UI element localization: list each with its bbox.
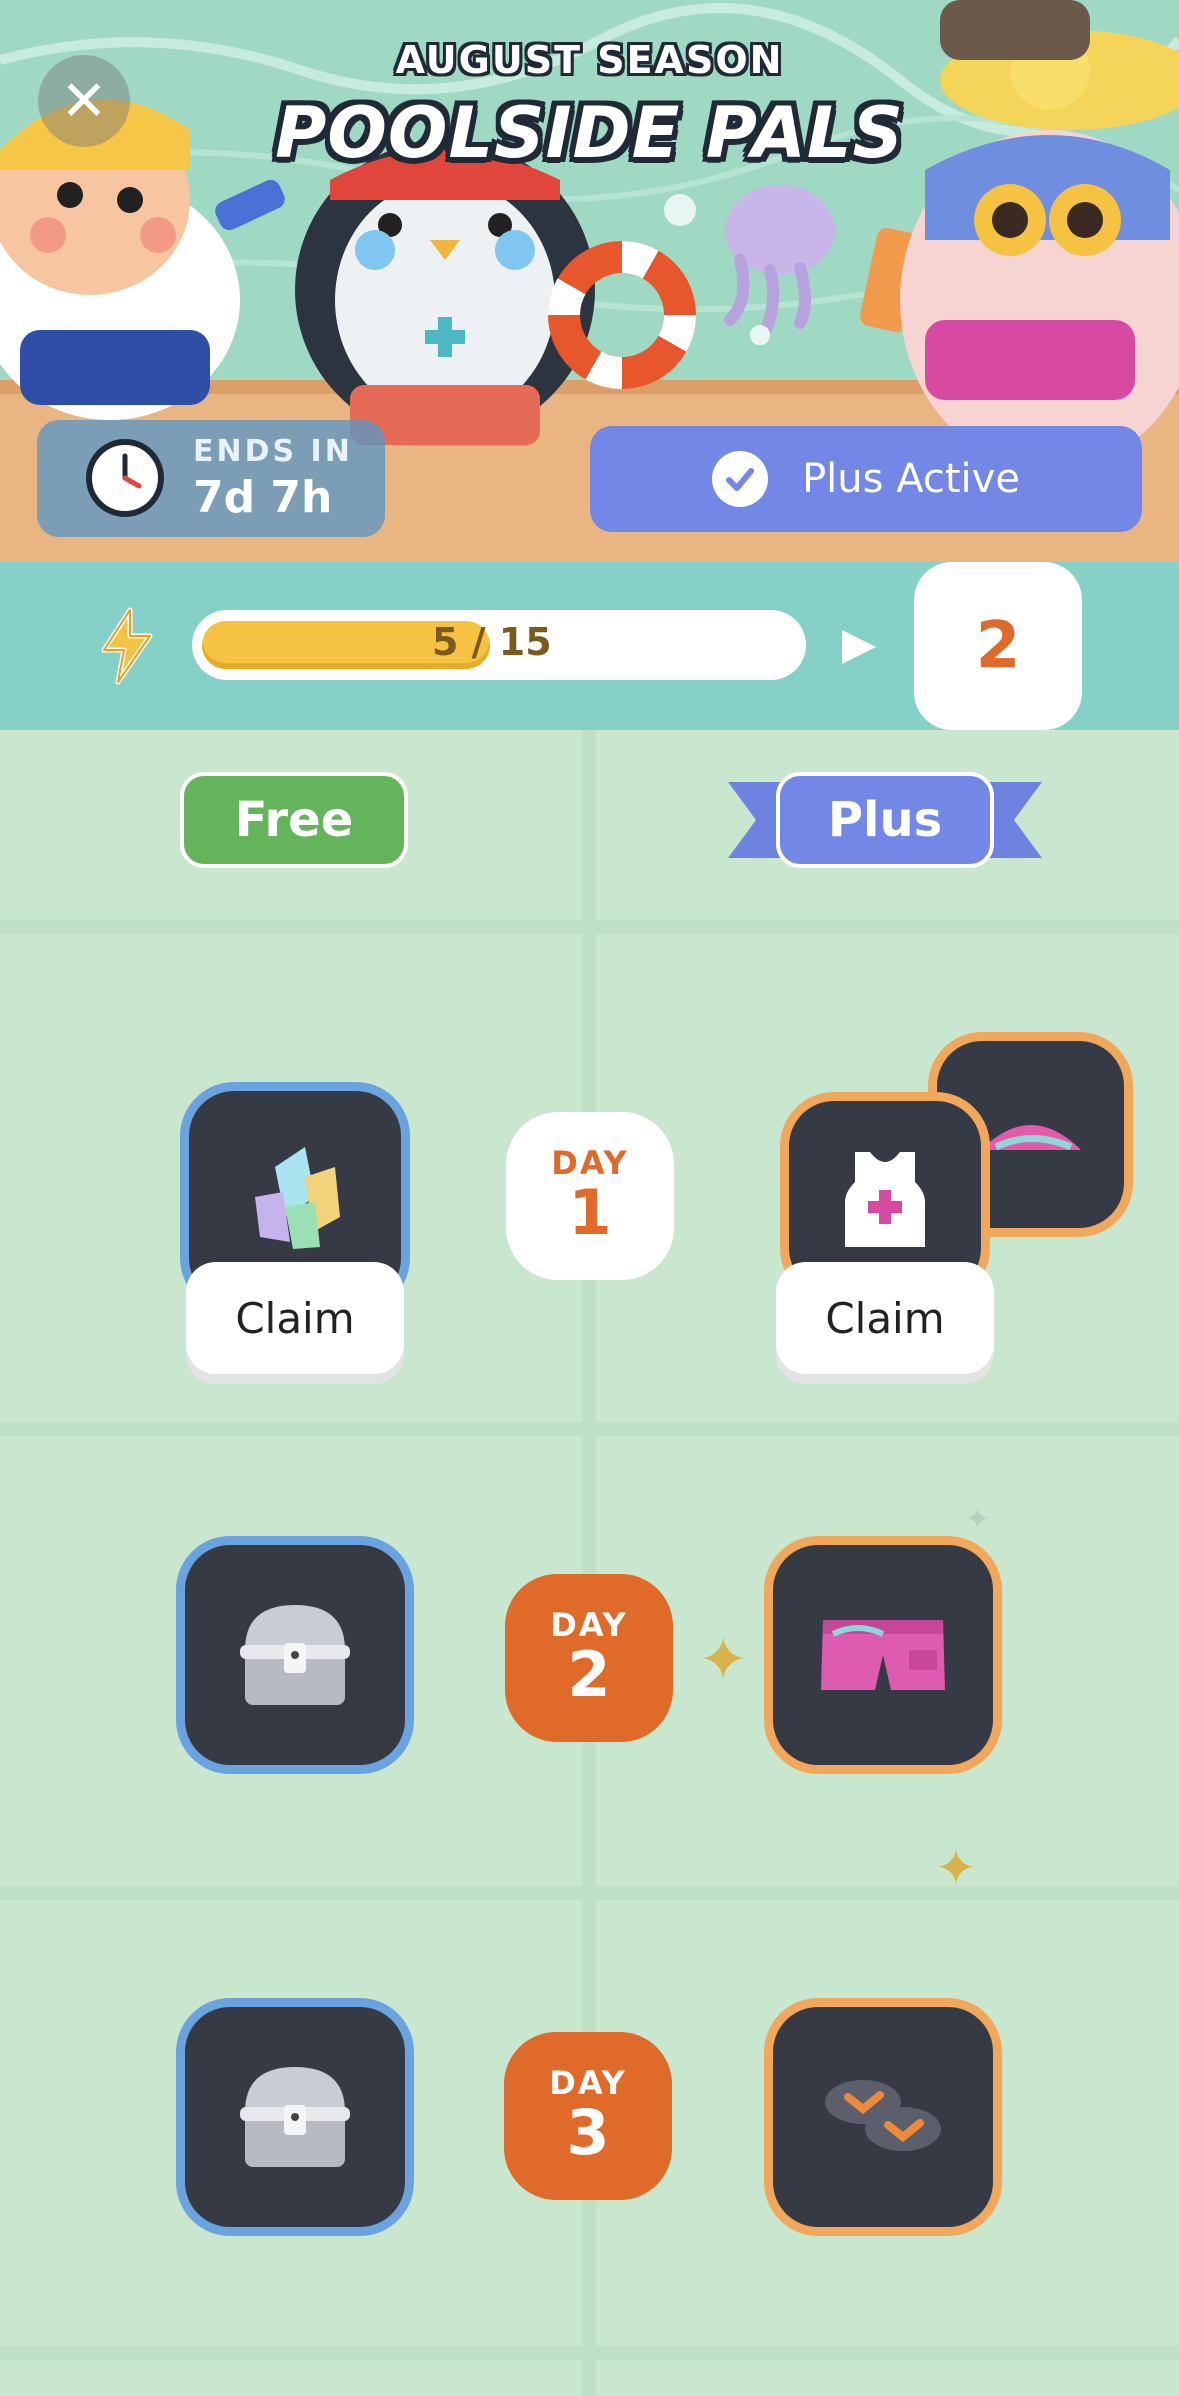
crystal-icon (255, 1147, 340, 1249)
sparkle-icon: ✦ (965, 1502, 991, 1537)
level-badge: 2 (914, 562, 1082, 730)
day-word: DAY (551, 1144, 629, 1182)
claim-button-plus-day-1[interactable]: Claim (776, 1262, 994, 1374)
row-divider (0, 1886, 1179, 1900)
swim-shorts-icon (821, 1620, 945, 1690)
season-title: POOLSIDE PALS (275, 92, 904, 174)
sparkle-icon: ✦ (935, 1839, 977, 1897)
row-divider (0, 1422, 1179, 1436)
day-number: 1 (568, 1176, 612, 1249)
day-badge-2: DAY 2 (505, 1574, 673, 1742)
tier-label-free: Free (180, 772, 408, 868)
swim-cap-icon (980, 1124, 1081, 1150)
day-badge-3: DAY 3 (504, 2032, 672, 2200)
plus-reward-day-2[interactable] (764, 1536, 1002, 1774)
day-number: 2 (567, 1638, 611, 1711)
claim-button-free-day-1[interactable]: Claim (186, 1262, 404, 1374)
lightning-icon (101, 607, 153, 685)
close-button[interactable]: ✕ (38, 55, 130, 147)
free-reward-day-2[interactable] (176, 1536, 414, 1774)
day-word: DAY (550, 1606, 628, 1644)
progress-strip: 5 / 15 2 (0, 562, 1179, 730)
day-number: 3 (566, 2096, 610, 2169)
clock-icon (86, 439, 164, 517)
day-word: DAY (549, 2064, 627, 2102)
timer-label: ENDS IN (193, 434, 353, 469)
free-reward-day-3[interactable] (176, 1998, 414, 2236)
chest-icon (240, 2067, 350, 2167)
sparkle-icon: ✦ (698, 1625, 749, 1695)
plus-reward-day-3[interactable] (764, 1998, 1002, 2236)
chest-icon (240, 1605, 350, 1705)
season-pass-screen: AUGUST SEASON POOLSIDE PALS ✕ ENDS IN 7d… (0, 0, 1179, 2396)
plus-active-button[interactable]: Plus Active (590, 426, 1142, 532)
reward-track: Free Plus Claim DAY 1 Claim DAY 2 ✦ ✦ ✦ … (0, 730, 1179, 2396)
day-badge-1: DAY 1 (506, 1112, 674, 1280)
tank-top-icon (845, 1152, 925, 1247)
row-divider (0, 2346, 1179, 2360)
progress-bar: 5 / 15 (192, 610, 806, 680)
timer-value: 7d 7h (193, 472, 333, 523)
flip-flops-icon (825, 2080, 941, 2151)
season-header: AUGUST SEASON POOLSIDE PALS ✕ ENDS IN 7d… (0, 0, 1179, 562)
row-divider (0, 920, 1179, 934)
progress-text: 5 / 15 (432, 620, 552, 664)
close-icon: ✕ (60, 68, 108, 134)
check-icon (712, 451, 769, 507)
tier-label-plus: Plus (776, 772, 994, 868)
play-icon (842, 630, 876, 664)
season-label: AUGUST SEASON (395, 38, 784, 82)
plus-active-label: Plus Active (802, 456, 1020, 502)
season-timer: ENDS IN 7d 7h (37, 420, 385, 537)
